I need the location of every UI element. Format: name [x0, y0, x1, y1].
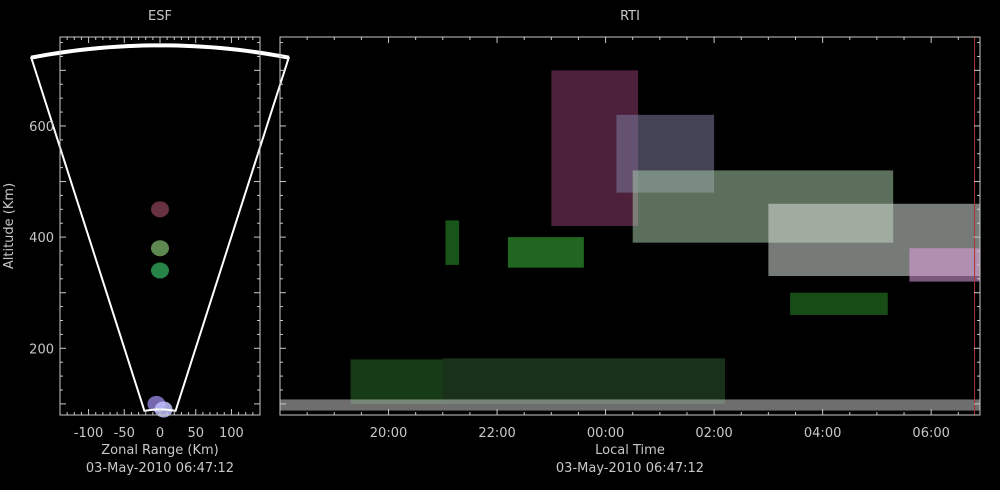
esf-y-tick-label: 600 — [29, 120, 54, 135]
esf-title: ESF — [148, 9, 172, 24]
rti-plot-area — [280, 37, 980, 415]
esf-y-tick-label: 400 — [29, 231, 54, 246]
rti-echo — [442, 358, 725, 404]
rti-echo — [280, 399, 980, 411]
rti-echo — [790, 292, 888, 315]
esf-echo — [151, 240, 169, 257]
esf-ylabel: Altitude (Km) — [2, 183, 17, 269]
esf-y-axis: 200 400 600 — [29, 42, 260, 405]
esf-panel: ESF -100 -50 0 50 100 200 400 600 Zonal Range … — [2, 9, 291, 476]
rti-timestamp: 03-May-2010 06:47:12 — [556, 461, 704, 476]
rti-xlabel: Local Time — [595, 443, 665, 458]
esf-fan-outline — [29, 44, 291, 413]
esf-x-tick-label: -100 — [74, 426, 104, 441]
rti-x-tick-label: 00:00 — [587, 426, 624, 441]
rti-echo — [507, 237, 584, 268]
esf-x-tick-label: 50 — [187, 426, 204, 441]
rti-echo — [445, 220, 460, 265]
rti-echo — [350, 359, 443, 404]
rti-title: RTI — [620, 9, 640, 24]
esf-x-tick-label: -50 — [114, 426, 135, 441]
esf-x-tick-label: 100 — [219, 426, 244, 441]
esf-frame — [59, 36, 261, 416]
figure: ESF -100 -50 0 50 100 200 400 600 Zonal Range … — [2, 9, 981, 476]
rti-panel: RTI 20:00 22:00 00:00 02:00 04:00 06:00 Local… — [279, 9, 981, 476]
esf-y-tick-label: 200 — [29, 342, 54, 357]
rti-echo — [909, 248, 980, 282]
esf-xlabel: Zonal Range (Km) — [101, 443, 218, 458]
rti-x-tick-label: 20:00 — [370, 426, 407, 441]
esf-timestamp: 03-May-2010 06:47:12 — [86, 461, 234, 476]
rti-x-tick-label: 22:00 — [478, 426, 515, 441]
esf-fan-arc — [30, 43, 290, 60]
esf-plot-area — [29, 43, 291, 418]
esf-echo — [151, 262, 169, 279]
esf-x-tick-label: 0 — [156, 426, 164, 441]
rti-x-tick-label: 02:00 — [695, 426, 732, 441]
rti-x-tick-label: 04:00 — [804, 426, 841, 441]
rti-x-tick-label: 06:00 — [912, 426, 949, 441]
esf-echo — [151, 201, 169, 218]
